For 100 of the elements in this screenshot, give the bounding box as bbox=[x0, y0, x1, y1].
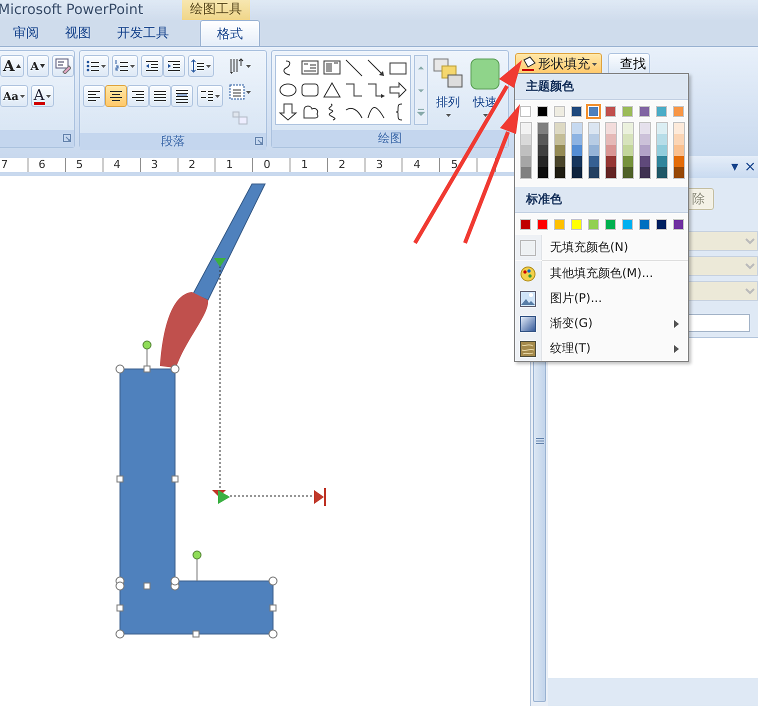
clear-format-button[interactable] bbox=[52, 55, 74, 77]
color-swatch[interactable] bbox=[674, 156, 684, 167]
color-swatch[interactable] bbox=[555, 123, 565, 134]
color-swatch[interactable] bbox=[571, 219, 582, 230]
decrease-indent-button[interactable] bbox=[141, 55, 163, 77]
color-swatch[interactable] bbox=[538, 145, 548, 156]
ribbon-tab[interactable]: 开发工具 bbox=[104, 20, 182, 46]
increase-indent-button[interactable] bbox=[163, 55, 185, 77]
color-swatch[interactable] bbox=[589, 167, 599, 178]
color-swatch[interactable] bbox=[673, 106, 684, 117]
ribbon-tab[interactable]: 格式 bbox=[200, 20, 260, 46]
color-swatch[interactable] bbox=[589, 145, 599, 156]
color-swatch[interactable] bbox=[572, 123, 582, 134]
color-swatch[interactable] bbox=[657, 123, 667, 134]
color-swatch[interactable] bbox=[640, 156, 650, 167]
color-swatch[interactable] bbox=[555, 156, 565, 167]
color-swatch[interactable] bbox=[589, 123, 599, 134]
color-swatch[interactable] bbox=[537, 106, 548, 117]
line-icon[interactable] bbox=[344, 58, 364, 78]
color-swatch[interactable] bbox=[606, 134, 616, 145]
right-arrow-icon[interactable] bbox=[388, 80, 408, 100]
color-swatch[interactable] bbox=[606, 145, 616, 156]
dialog-launcher-icon[interactable] bbox=[255, 137, 263, 145]
align-center-button[interactable] bbox=[105, 85, 127, 107]
color-swatch[interactable] bbox=[588, 219, 599, 230]
color-swatch[interactable] bbox=[623, 145, 633, 156]
color-swatch[interactable] bbox=[538, 123, 548, 134]
color-swatch[interactable] bbox=[521, 145, 531, 156]
ribbon-tab[interactable]: 审阅 bbox=[0, 20, 52, 46]
align-left-button[interactable] bbox=[83, 85, 105, 107]
close-button[interactable]: × bbox=[744, 159, 756, 175]
color-swatch[interactable] bbox=[572, 156, 582, 167]
color-swatch[interactable] bbox=[571, 106, 582, 117]
color-swatch[interactable] bbox=[640, 167, 650, 178]
color-swatch[interactable] bbox=[656, 219, 667, 230]
color-swatch[interactable] bbox=[622, 106, 633, 117]
color-swatch[interactable] bbox=[538, 134, 548, 145]
grow-font-button[interactable]: A bbox=[0, 55, 24, 77]
color-swatch[interactable] bbox=[572, 145, 582, 156]
color-swatch[interactable] bbox=[657, 167, 667, 178]
color-swatch[interactable] bbox=[656, 106, 667, 117]
color-swatch[interactable] bbox=[640, 145, 650, 156]
arrange-button[interactable]: 排列 bbox=[431, 55, 465, 126]
menu-item[interactable]: 纹理(T) bbox=[515, 336, 688, 361]
color-swatch[interactable] bbox=[555, 134, 565, 145]
align-distribute-button[interactable] bbox=[171, 85, 193, 107]
color-swatch[interactable] bbox=[521, 134, 531, 145]
menu-item[interactable]: 图片(P)... bbox=[515, 286, 688, 311]
color-swatch[interactable] bbox=[674, 123, 684, 134]
color-swatch[interactable] bbox=[521, 167, 531, 178]
columns-button[interactable] bbox=[197, 85, 223, 107]
color-swatch[interactable] bbox=[657, 145, 667, 156]
color-swatch[interactable] bbox=[521, 156, 531, 167]
color-swatch[interactable] bbox=[521, 123, 531, 134]
numbering-button[interactable] bbox=[112, 55, 138, 77]
down-arrow-icon[interactable] bbox=[278, 102, 298, 122]
color-swatch[interactable] bbox=[606, 167, 616, 178]
color-swatch[interactable] bbox=[674, 134, 684, 145]
color-swatch[interactable] bbox=[538, 167, 548, 178]
color-swatch[interactable] bbox=[657, 134, 667, 145]
color-swatch[interactable] bbox=[639, 219, 650, 230]
color-swatch[interactable] bbox=[673, 219, 684, 230]
bullets-button[interactable] bbox=[83, 55, 109, 77]
color-swatch[interactable] bbox=[520, 106, 531, 117]
menu-item[interactable]: 渐变(G) bbox=[515, 311, 688, 336]
color-swatch[interactable] bbox=[657, 156, 667, 167]
align-right-button[interactable] bbox=[127, 85, 149, 107]
triangle-icon[interactable] bbox=[322, 80, 342, 100]
color-swatch[interactable] bbox=[606, 123, 616, 134]
align-justify-button[interactable] bbox=[149, 85, 171, 107]
color-swatch[interactable] bbox=[554, 219, 565, 230]
arrow-line-icon[interactable] bbox=[366, 58, 386, 78]
color-swatch[interactable] bbox=[623, 156, 633, 167]
color-swatch[interactable] bbox=[555, 145, 565, 156]
color-swatch[interactable] bbox=[589, 134, 599, 145]
pane-menu-button[interactable]: ▾ bbox=[731, 159, 738, 175]
color-swatch[interactable] bbox=[605, 106, 616, 117]
color-swatch[interactable] bbox=[674, 145, 684, 156]
line-spacing-button[interactable] bbox=[188, 55, 214, 77]
change-case-button[interactable]: Aa bbox=[0, 85, 28, 107]
color-swatch[interactable] bbox=[572, 134, 582, 145]
font-color-button[interactable]: A bbox=[30, 85, 54, 107]
color-swatch[interactable] bbox=[538, 156, 548, 167]
color-swatch[interactable] bbox=[640, 123, 650, 134]
color-swatch[interactable] bbox=[623, 134, 633, 145]
color-swatch[interactable] bbox=[623, 123, 633, 134]
color-swatch[interactable] bbox=[555, 167, 565, 178]
color-swatch[interactable] bbox=[589, 156, 599, 167]
color-swatch[interactable] bbox=[623, 167, 633, 178]
color-swatch[interactable] bbox=[640, 134, 650, 145]
color-swatch[interactable] bbox=[674, 167, 684, 178]
dialog-launcher-icon[interactable] bbox=[63, 134, 71, 142]
color-swatch[interactable] bbox=[639, 106, 650, 117]
shrink-font-button[interactable]: A bbox=[26, 55, 49, 77]
color-swatch[interactable] bbox=[572, 167, 582, 178]
ribbon-tab[interactable]: 视图 bbox=[52, 20, 104, 46]
color-swatch[interactable] bbox=[605, 219, 616, 230]
find-button[interactable]: 查找 bbox=[608, 53, 650, 75]
color-swatch[interactable] bbox=[520, 219, 531, 230]
menu-item[interactable]: 其他填充颜色(M)... bbox=[515, 261, 688, 286]
